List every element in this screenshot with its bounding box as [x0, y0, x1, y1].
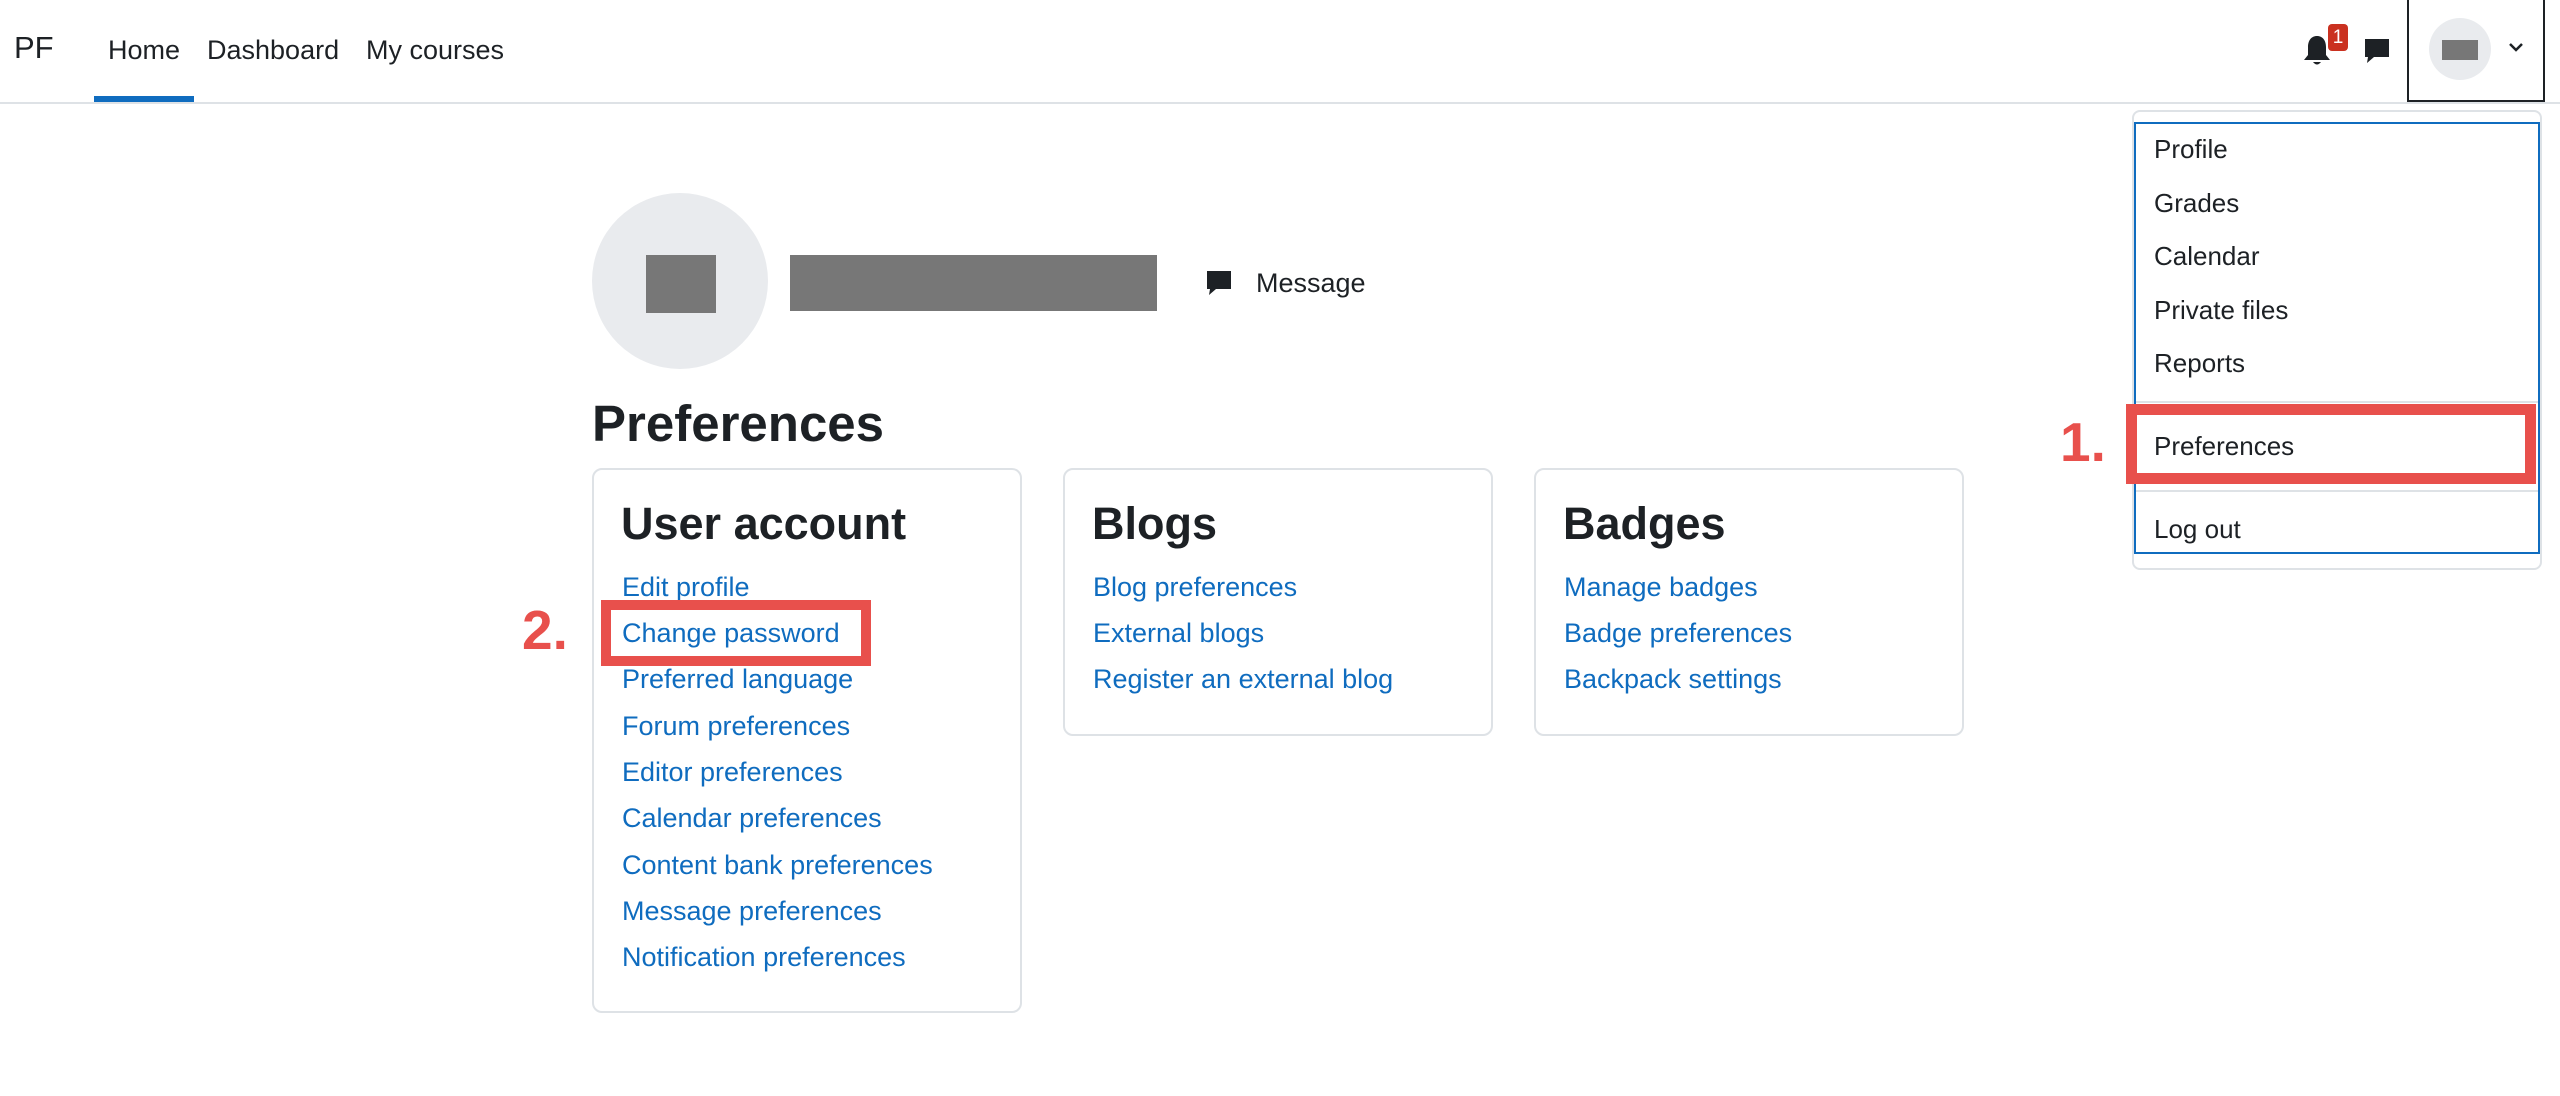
messages-icon[interactable] [2362, 36, 2392, 66]
link-manage-badges[interactable]: Manage badges [1564, 572, 1758, 603]
avatar-redacted [646, 255, 716, 313]
link-blog-preferences[interactable]: Blog preferences [1093, 572, 1297, 603]
user-name-redacted [790, 255, 1157, 311]
nav-home[interactable]: Home [108, 35, 180, 66]
link-external-blogs[interactable]: External blogs [1093, 618, 1264, 649]
avatar [2429, 18, 2491, 80]
highlight-change-password [601, 600, 871, 666]
card-title-user-account: User account [621, 498, 907, 549]
link-backpack-settings[interactable]: Backpack settings [1564, 664, 1782, 695]
message-button[interactable]: Message [1256, 268, 1366, 299]
chevron-down-icon [2509, 43, 2523, 52]
page-title: Preferences [592, 395, 885, 452]
card-title-blogs: Blogs [1092, 498, 1218, 549]
menu-divider [2136, 490, 2538, 492]
link-calendar-preferences[interactable]: Calendar preferences [622, 803, 882, 834]
menu-item-calendar[interactable]: Calendar [2154, 241, 2260, 272]
avatar-redacted [2442, 40, 2478, 60]
site-brand[interactable]: PF [14, 30, 54, 66]
menu-item-profile[interactable]: Profile [2154, 134, 2228, 165]
link-badge-preferences[interactable]: Badge preferences [1564, 618, 1792, 649]
link-message-preferences[interactable]: Message preferences [622, 896, 882, 927]
link-forum-preferences[interactable]: Forum preferences [622, 711, 850, 742]
notification-count-badge: 1 [2328, 24, 2348, 51]
menu-item-reports[interactable]: Reports [2154, 348, 2245, 379]
highlight-preferences [2126, 404, 2536, 484]
user-menu-toggle[interactable] [2407, 0, 2545, 102]
link-notification-preferences[interactable]: Notification preferences [622, 942, 906, 973]
menu-item-grades[interactable]: Grades [2154, 188, 2239, 219]
step-1-label: 1. [2060, 411, 2106, 473]
link-edit-profile[interactable]: Edit profile [622, 572, 750, 603]
nav-my-courses[interactable]: My courses [366, 35, 504, 66]
profile-avatar [592, 193, 768, 369]
nav-active-indicator [94, 96, 194, 102]
card-title-badges: Badges [1563, 498, 1726, 549]
menu-item-log-out[interactable]: Log out [2154, 514, 2241, 545]
link-preferred-language[interactable]: Preferred language [622, 664, 853, 695]
menu-item-private-files[interactable]: Private files [2154, 295, 2288, 326]
top-navbar: PF Home Dashboard My courses 1 [0, 0, 2560, 104]
message-icon[interactable] [1204, 268, 1234, 298]
menu-divider [2136, 401, 2538, 403]
link-editor-preferences[interactable]: Editor preferences [622, 757, 843, 788]
link-register-external-blog[interactable]: Register an external blog [1093, 664, 1393, 695]
nav-dashboard[interactable]: Dashboard [207, 35, 339, 66]
link-content-bank-preferences[interactable]: Content bank preferences [622, 850, 933, 881]
step-2-label: 2. [522, 599, 568, 661]
